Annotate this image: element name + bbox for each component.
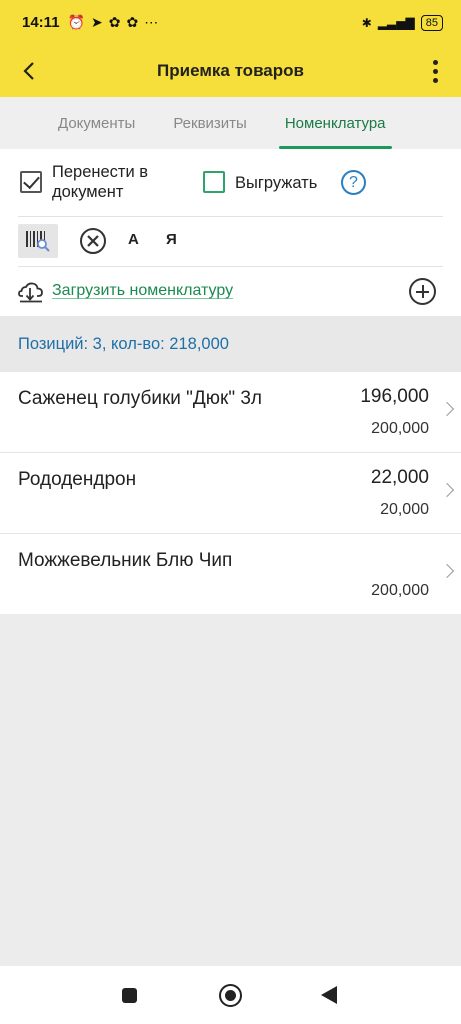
item-planned-quantity: 200,000	[371, 582, 429, 599]
chevron-right-icon	[439, 401, 455, 417]
sort-desc-button[interactable]: Я	[166, 231, 177, 248]
signal-icon: ▂▃▅▇	[377, 15, 415, 30]
system-nav-bar	[0, 966, 461, 1024]
transfer-label[interactable]: Перенести в документ	[52, 162, 148, 202]
status-time: 14:11	[22, 14, 60, 31]
dot-icon	[432, 59, 438, 65]
options-panel: Перенести в документ Выгружать ? А Я Заг…	[0, 149, 461, 316]
tab-documents[interactable]: Документы	[58, 107, 135, 140]
export-checkbox[interactable]	[203, 171, 225, 193]
telegram-icon: ➤	[90, 14, 103, 30]
app-toolbar: Приемка товаров	[0, 45, 461, 97]
close-icon	[87, 235, 99, 247]
item-name: Можжевельник Блю Чип	[18, 550, 233, 571]
item-quantity: 22,000	[370, 467, 429, 488]
item-quantity: 196,000	[360, 386, 429, 407]
item-name: Рододендрон	[18, 469, 137, 490]
chevron-right-icon	[439, 482, 455, 498]
chevron-left-icon	[23, 62, 34, 80]
cloud-download-icon	[18, 282, 43, 303]
app-icon: ✿	[108, 14, 121, 30]
page-title: Приемка товаров	[157, 61, 304, 80]
tools-row: А Я	[0, 217, 461, 266]
app-icon: ✿	[126, 14, 139, 30]
item-name: Саженец голубики "Дюк" 3л	[18, 388, 263, 409]
tab-bar: Документы Реквизиты Номенклатура	[0, 97, 461, 149]
dot-icon	[432, 77, 438, 83]
status-system-icons: ✱ ▂▃▅▇ 85	[361, 14, 443, 31]
list-item[interactable]: Можжевельник Блю Чип 200,000	[0, 534, 461, 614]
transfer-checkbox[interactable]	[20, 171, 42, 193]
sort-asc-button[interactable]: А	[128, 231, 139, 248]
status-bar: 14:11 ⏰ ➤ ✿ ✿ ⋯ ✱ ▂▃▅▇ 85	[0, 0, 461, 45]
options-row: Перенести в документ Выгружать ?	[0, 149, 461, 216]
summary-text: Позиций: 3, кол-во: 218,000	[0, 316, 461, 372]
item-planned-quantity: 200,000	[371, 420, 429, 437]
dot-icon	[432, 68, 438, 74]
chevron-right-icon	[439, 563, 455, 579]
alarm-icon: ⏰	[67, 14, 85, 30]
list-item[interactable]: Рододендрон 22,000 20,000	[0, 453, 461, 534]
barcode-search-button[interactable]	[18, 224, 58, 258]
battery-icon: 85	[420, 14, 443, 31]
back-nav-button[interactable]	[321, 986, 337, 1004]
back-button[interactable]	[0, 45, 58, 97]
barcode-search-icon	[26, 231, 50, 252]
more-menu-button[interactable]	[409, 45, 461, 97]
load-row: Загрузить номенклатуру	[0, 267, 461, 316]
tab-requisites[interactable]: Реквизиты	[173, 107, 247, 140]
item-planned-quantity: 20,000	[380, 501, 429, 518]
load-nomenclature-link[interactable]: Загрузить номенклатуру	[52, 282, 233, 300]
more-icon: ⋯	[144, 14, 159, 30]
export-label[interactable]: Выгружать	[235, 173, 317, 193]
add-item-button[interactable]	[409, 278, 436, 305]
clear-filter-button[interactable]	[80, 228, 106, 254]
bluetooth-icon: ✱	[361, 15, 372, 30]
item-list: Саженец голубики "Дюк" 3л 196,000 200,00…	[0, 372, 461, 614]
help-icon[interactable]: ?	[341, 170, 366, 195]
tab-nomenclature[interactable]: Номенклатура	[278, 107, 392, 149]
recents-button[interactable]	[122, 988, 137, 1003]
list-item[interactable]: Саженец голубики "Дюк" 3л 196,000 200,00…	[0, 372, 461, 453]
home-button[interactable]	[219, 984, 242, 1007]
status-notification-icons: ⏰ ➤ ✿ ✿ ⋯	[68, 14, 159, 31]
